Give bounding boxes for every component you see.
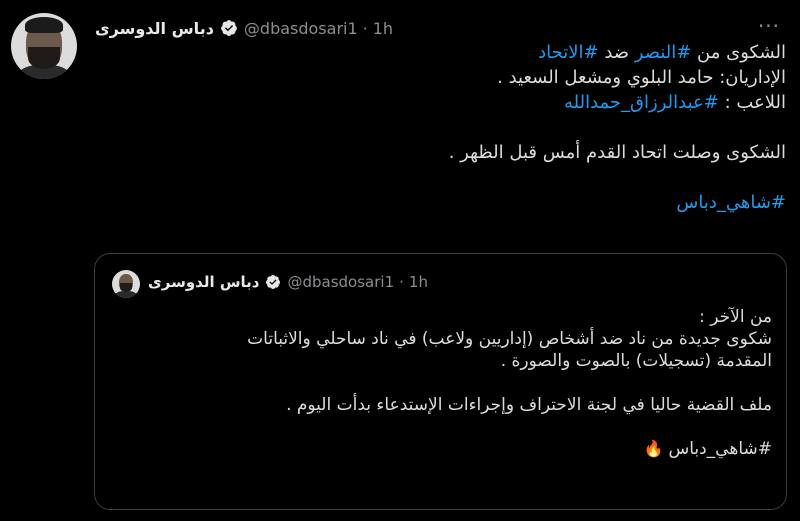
quoted-hashtag: #شاهي_دباس: [668, 439, 772, 459]
avatar-beard: [120, 283, 132, 292]
tweet-line: الإداريان: حامد البلوي ومشعل السعيد .: [96, 65, 786, 90]
more-options-icon[interactable]: ···: [758, 14, 780, 38]
quoted-tweet-line: #شاهي_دباس 🔥: [112, 438, 772, 460]
tweet-text-fragment: الإداريان: حامد البلوي ومشعل السعيد .: [497, 67, 786, 88]
quoted-tweet-text-fragment: من الآخر :: [699, 307, 772, 327]
quoted-tweet-line: [112, 416, 772, 438]
quoted-tweet-header: دباس الدوسرى @dbasdosari1 · 1h: [148, 273, 428, 291]
hashtag-link[interactable]: #الاتحاد: [538, 42, 598, 63]
quoted-author-avatar: [112, 270, 140, 298]
verified-badge-icon: [221, 20, 237, 36]
quoted-tweet-text-fragment: شكوى جديدة من ناد ضد أشخاص (إداريين ولاع…: [247, 329, 772, 349]
tweet-line: [96, 115, 786, 140]
avatar-hair: [25, 17, 63, 33]
author-handle[interactable]: @dbasdosari1: [244, 19, 358, 38]
quoted-tweet-line: ملف القضية حاليا في لجنة الاحتراف وإجراء…: [112, 394, 772, 416]
hashtag-link[interactable]: #شاهي_دباس: [676, 192, 786, 213]
quoted-tweet-line: المقدمة (تسجيلات) بالصوت والصورة .: [112, 350, 772, 372]
quoted-tweet-text-fragment: ملف القضية حاليا في لجنة الاحتراف وإجراء…: [286, 395, 772, 415]
tweet-text-fragment: الشكوى من: [691, 42, 786, 63]
tweet-line: [96, 165, 786, 190]
tweet-time[interactable]: 1h: [373, 19, 393, 38]
tweet-line: #شاهي_دباس: [96, 190, 786, 215]
avatar-beard: [28, 47, 60, 69]
tweet-header: دباس الدوسرى @dbasdosari1 · 1h: [95, 17, 393, 39]
quoted-tweet-line: شكوى جديدة من ناد ضد أشخاص (إداريين ولاع…: [112, 328, 772, 350]
avatar-body: [115, 291, 137, 298]
quoted-tweet-time: 1h: [408, 273, 428, 291]
separator-dot: ·: [362, 18, 368, 38]
tweet-text: الشكوى من #النصر ضد #الاتحاد الإداريان: ح…: [96, 40, 786, 215]
quoted-tweet-text-fragment: المقدمة (تسجيلات) بالصوت والصورة .: [500, 351, 772, 371]
author-name[interactable]: دباس الدوسرى: [95, 19, 214, 38]
tweet-line: الشكوى من #النصر ضد #الاتحاد: [96, 40, 786, 65]
tweet-line: الشكوى وصلت اتحاد القدم أمس قبل الظهر .: [96, 140, 786, 165]
separator-dot: ·: [399, 273, 404, 291]
hashtag-link[interactable]: #النصر: [635, 42, 692, 63]
quoted-tweet-line: من الآخر :: [112, 306, 772, 328]
verified-badge-icon: [266, 275, 281, 289]
tweet-text-fragment: اللاعب :: [718, 92, 786, 113]
author-avatar[interactable]: [11, 13, 77, 79]
hashtag-link[interactable]: #عبدالرزاق_حمدالله: [564, 92, 719, 113]
tweet-text-fragment: الشكوى وصلت اتحاد القدم أمس قبل الظهر .: [448, 142, 786, 163]
tweet-text-fragment: ضد: [598, 42, 635, 63]
tweet-line: اللاعب : #عبدالرزاق_حمدالله: [96, 90, 786, 115]
quoted-tweet-line: [112, 372, 772, 394]
quoted-author-handle: @dbasdosari1: [287, 273, 395, 291]
quoted-author-name: دباس الدوسرى: [148, 273, 260, 291]
quoted-tweet[interactable]: دباس الدوسرى @dbasdosari1 · 1h من الآخر …: [94, 253, 787, 510]
fire-emoji-icon: 🔥: [643, 439, 669, 458]
quoted-tweet-text: من الآخر : شكوى جديدة من ناد ضد أشخاص (إد…: [112, 306, 772, 460]
